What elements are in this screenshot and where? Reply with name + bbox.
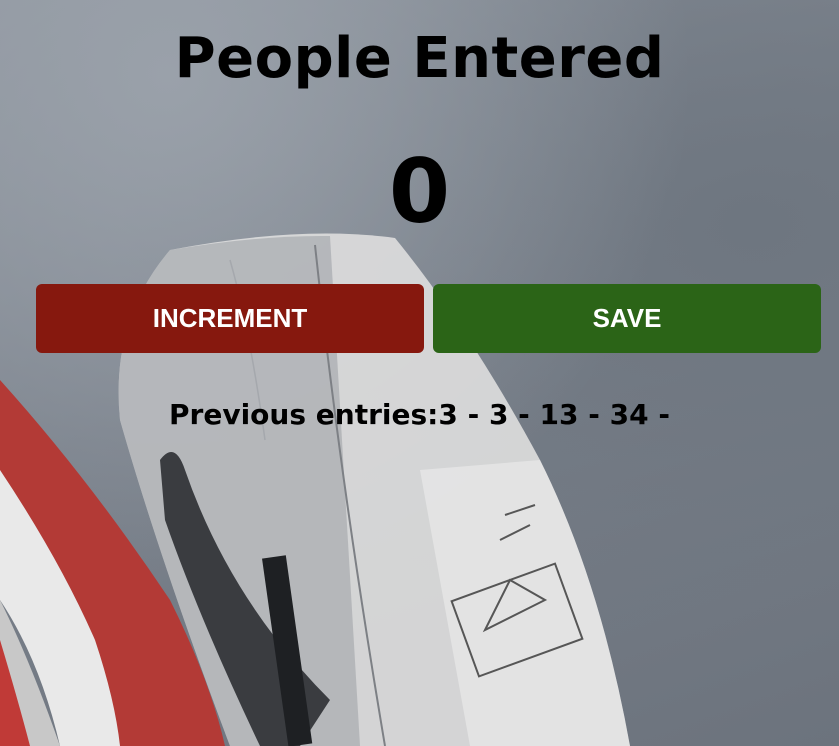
counter-app: People Entered 0 INCREMENT SAVE Previous…: [0, 0, 839, 746]
save-button-label: SAVE: [592, 303, 662, 333]
people-count: 0: [388, 140, 451, 243]
page-title: People Entered: [174, 26, 665, 91]
increment-button-label: INCREMENT: [152, 303, 308, 333]
previous-entries-label: Previous entries:: [169, 398, 439, 431]
save-button[interactable]: SAVE: [433, 284, 821, 353]
previous-entries: Previous entries:3 - 3 - 13 - 34 -: [0, 398, 839, 431]
previous-entries-values: 3 - 3 - 13 - 34 -: [438, 398, 670, 431]
background-photo: [0, 0, 839, 746]
increment-button[interactable]: INCREMENT: [36, 284, 424, 353]
